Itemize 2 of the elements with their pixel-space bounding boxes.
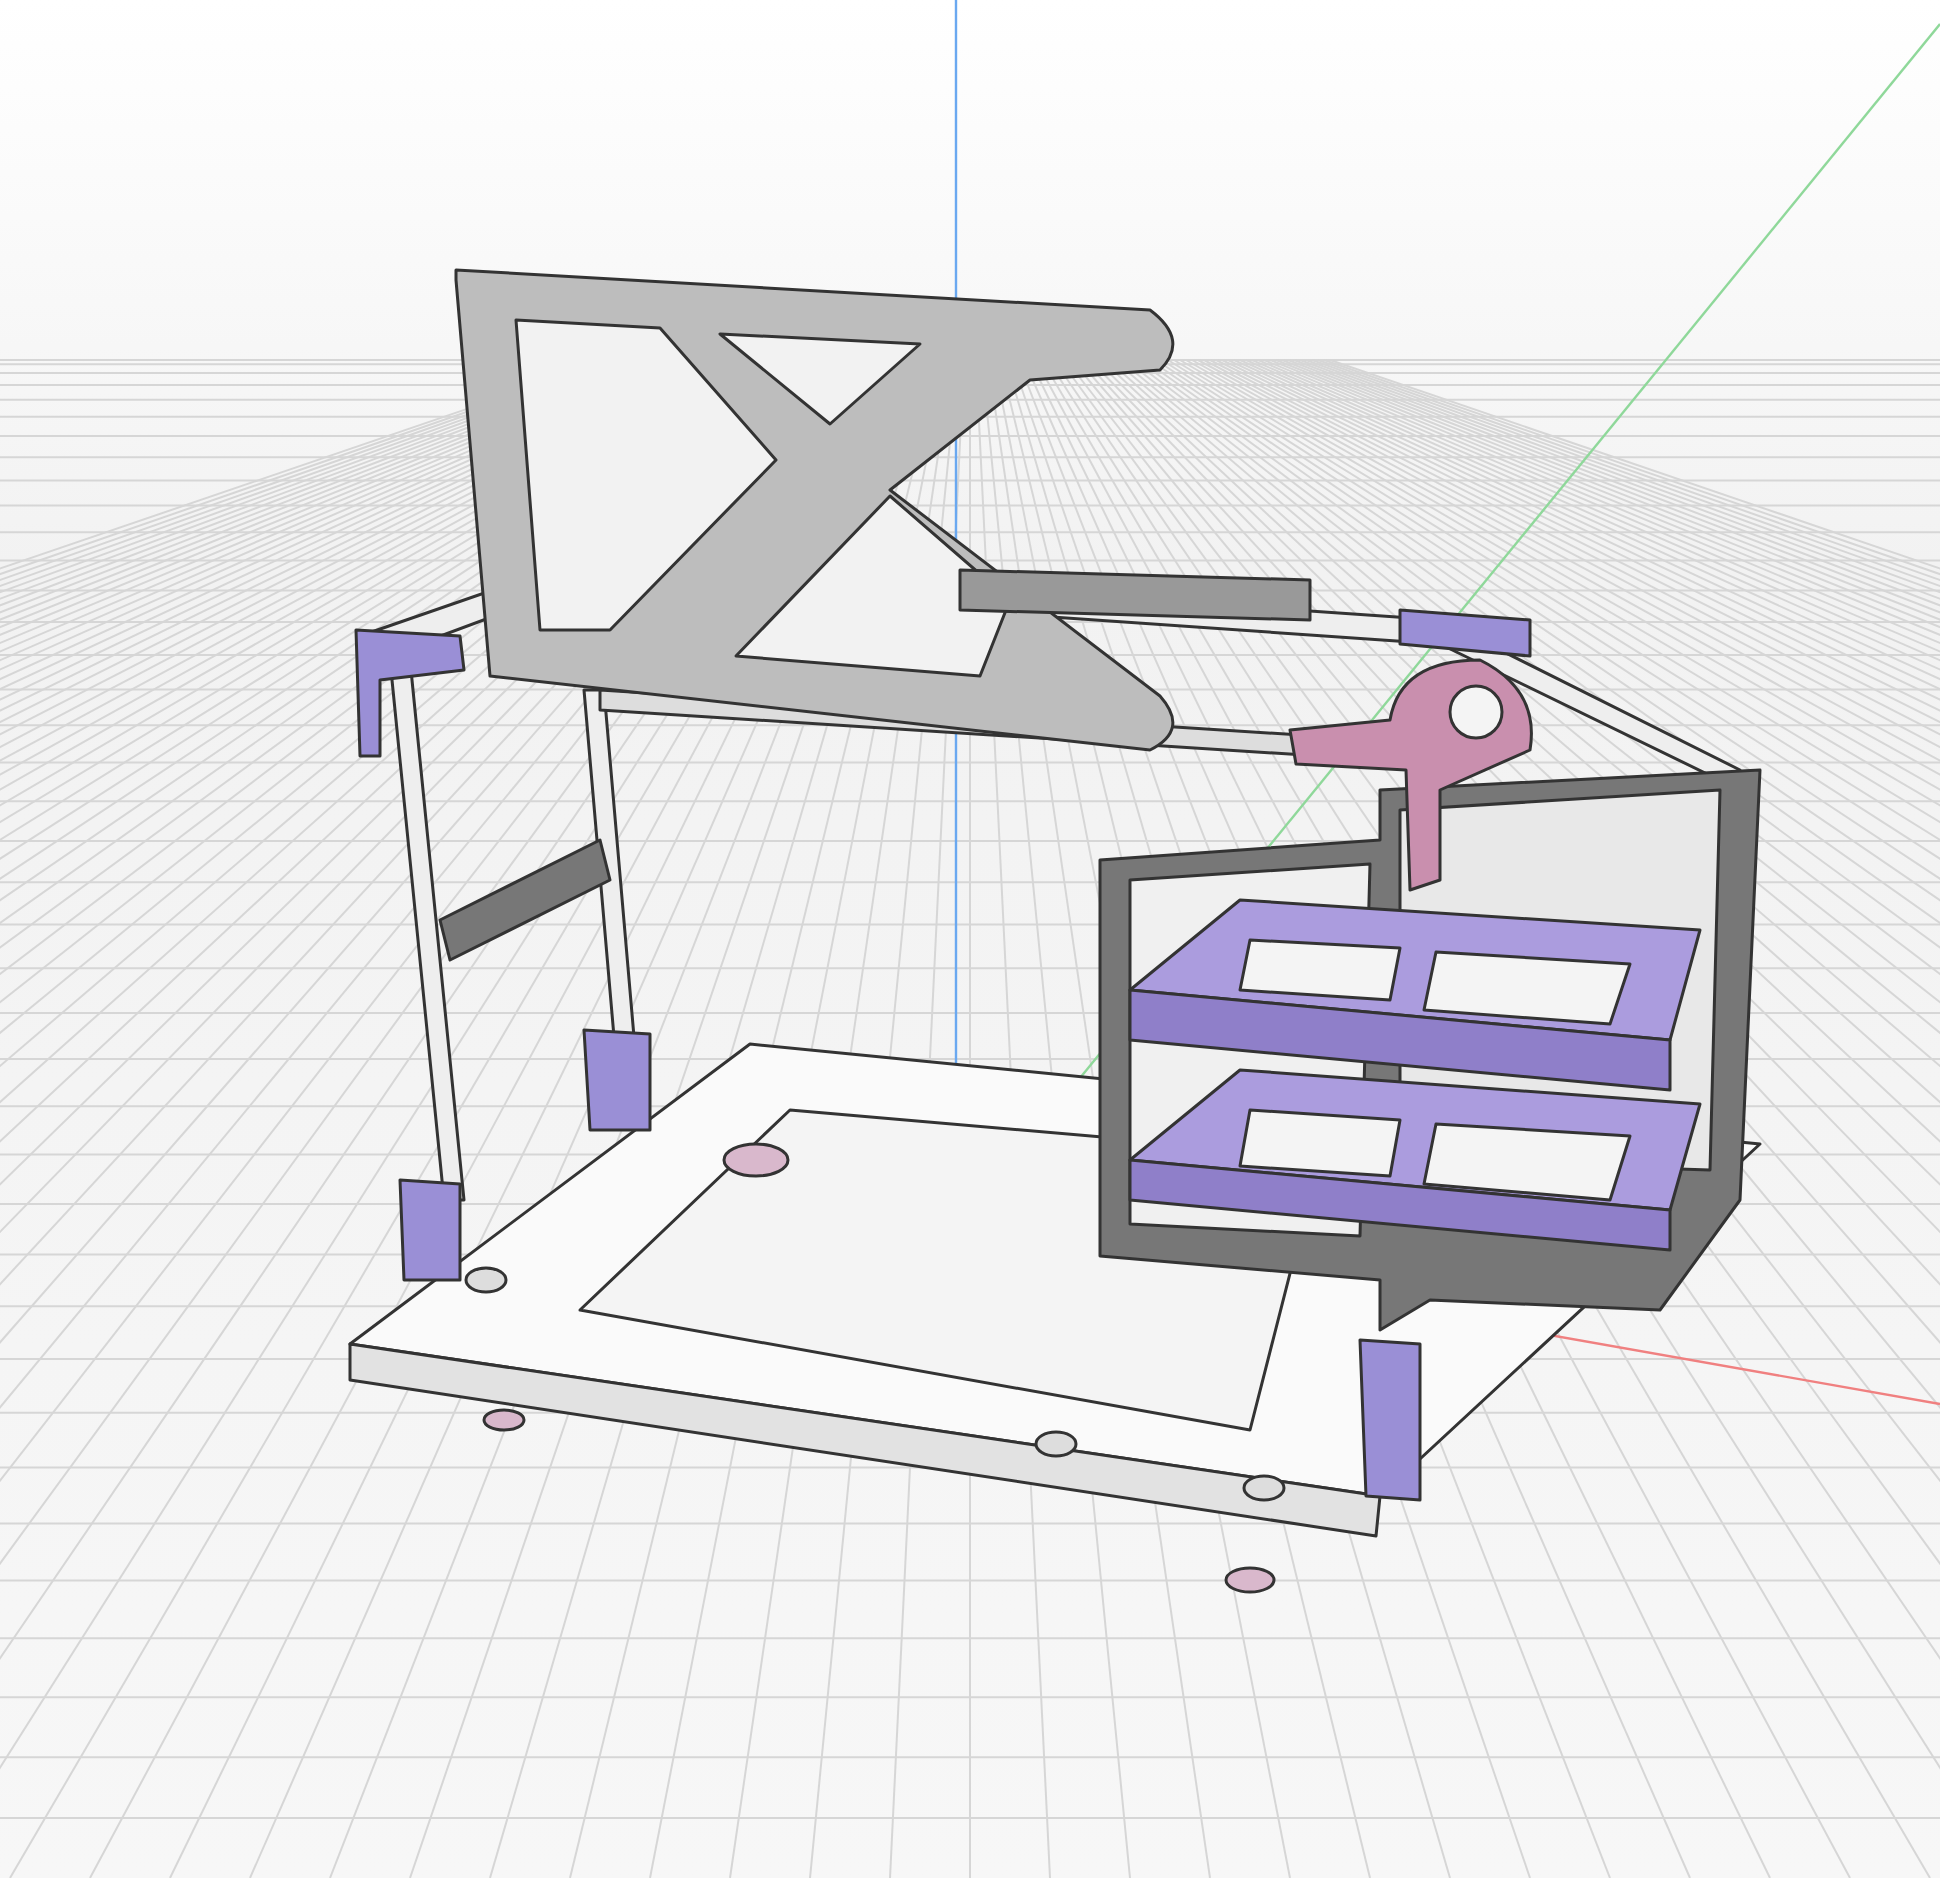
3d-viewport[interactable] xyxy=(0,0,1940,1878)
printer-frame-model-drawing[interactable] xyxy=(348,268,1762,1594)
